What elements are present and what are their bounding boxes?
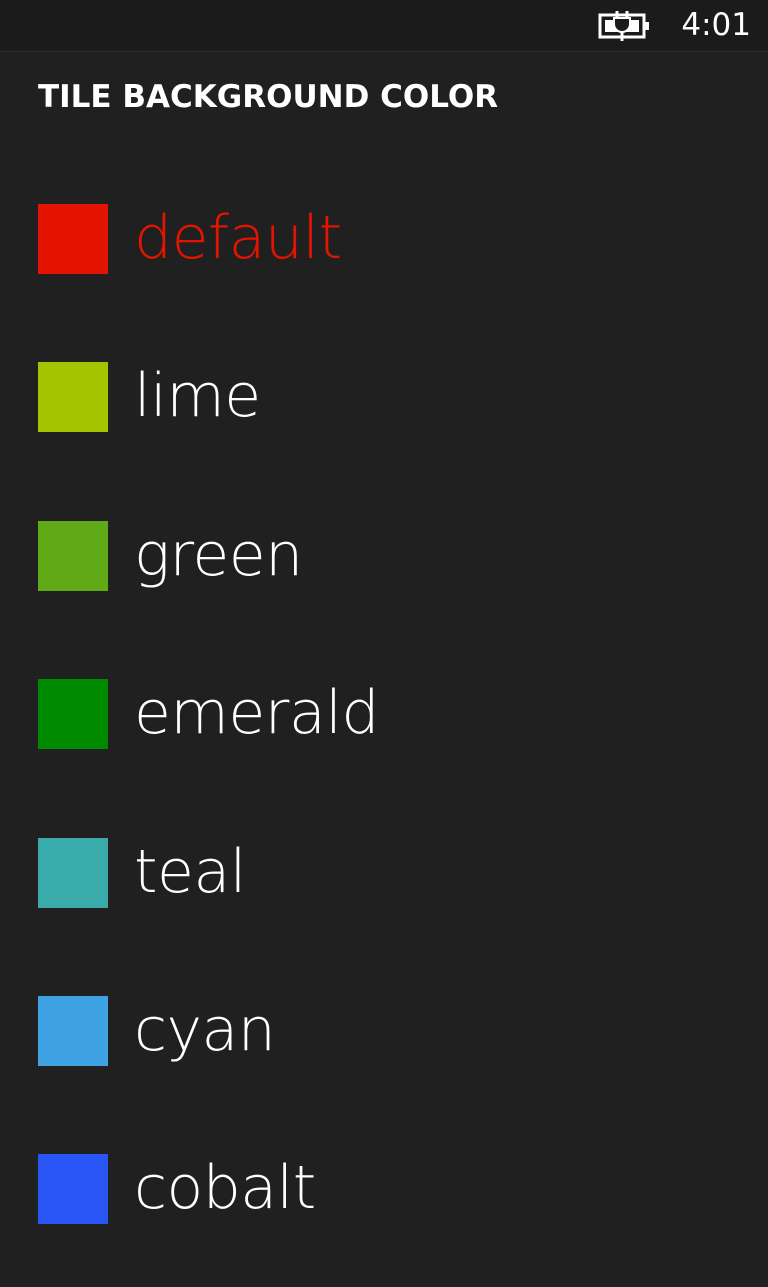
color-swatch — [38, 204, 108, 274]
color-swatch — [38, 362, 108, 433]
color-option-label: green — [134, 519, 303, 590]
status-bar: 4:01 — [0, 0, 768, 52]
color-list: default lime green emerald teal cyan cob… — [0, 178, 768, 1287]
color-swatch — [38, 995, 108, 1066]
color-option-label: default — [134, 203, 342, 273]
color-swatch — [38, 520, 108, 591]
color-option-cyan[interactable]: cyan — [0, 970, 768, 1128]
color-option-cobalt[interactable]: cobalt — [0, 1128, 768, 1286]
clock: 4:01 — [681, 7, 751, 43]
color-option-label: cyan — [134, 994, 276, 1065]
color-option-emerald[interactable]: emerald — [0, 653, 768, 811]
color-option-label: cobalt — [134, 1153, 316, 1224]
color-swatch — [38, 1154, 108, 1225]
color-swatch — [38, 679, 108, 750]
color-option-default[interactable]: default — [0, 178, 768, 336]
color-option-label: lime — [134, 361, 261, 432]
battery-charging-icon — [598, 11, 649, 41]
color-option-green[interactable]: green — [0, 495, 768, 653]
color-swatch — [38, 837, 108, 908]
color-option-label: teal — [134, 836, 246, 907]
color-option-teal[interactable]: teal — [0, 812, 768, 970]
color-option-lime[interactable]: lime — [0, 336, 768, 494]
page-title: TILE BACKGROUND COLOR — [38, 79, 499, 115]
color-option-label: emerald — [134, 678, 379, 749]
